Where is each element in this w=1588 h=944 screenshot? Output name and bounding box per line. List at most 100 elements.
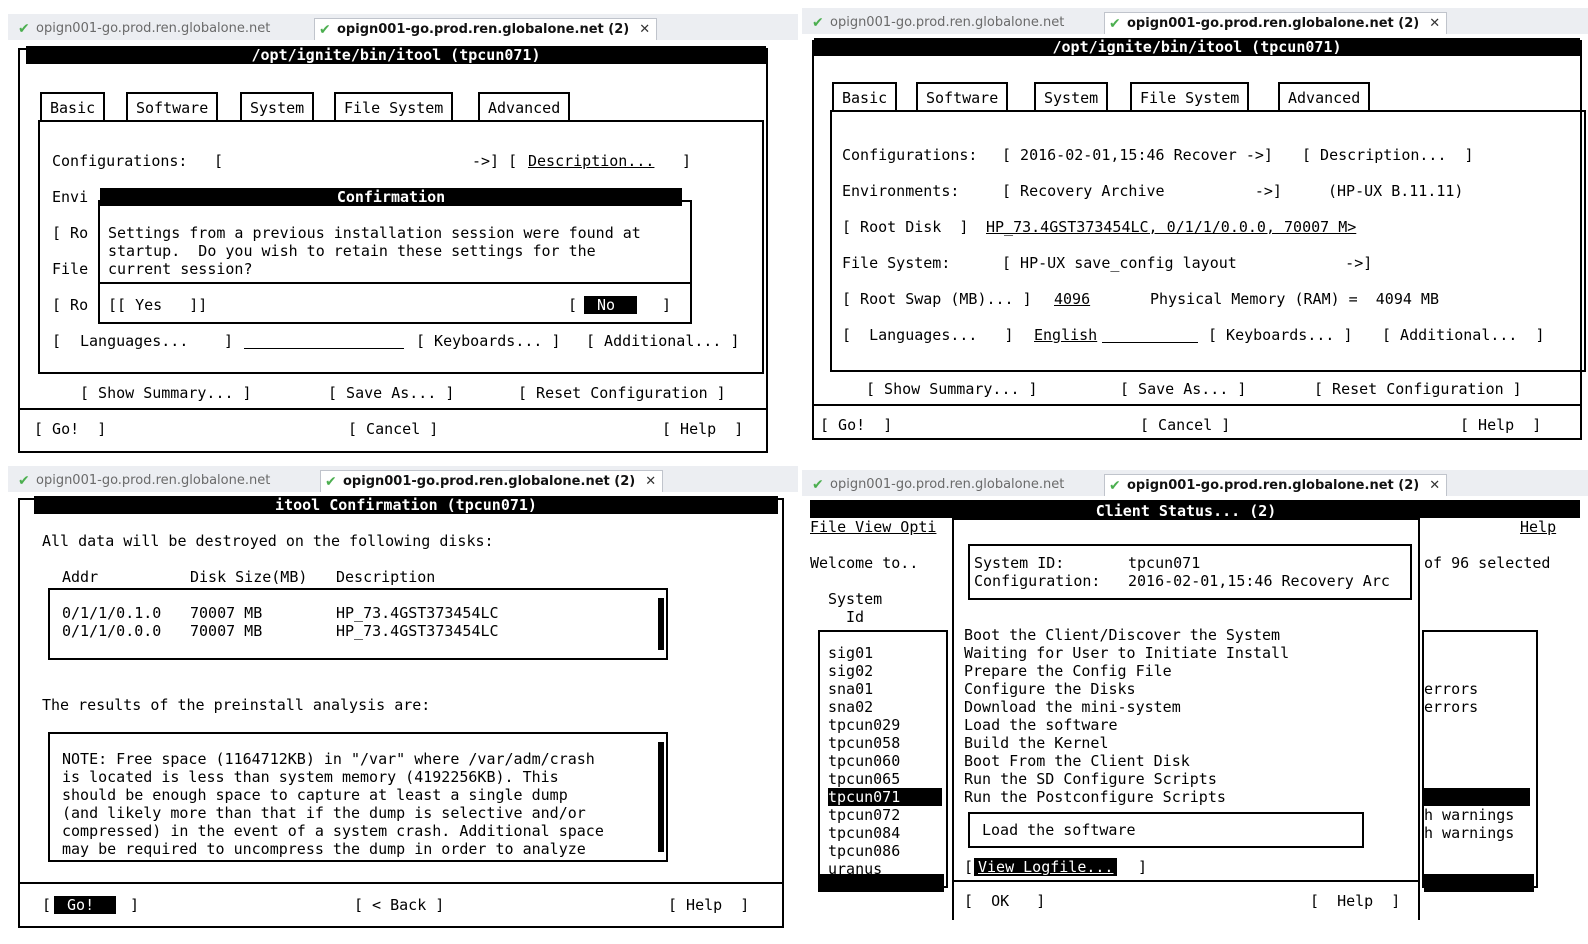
additional-button[interactable]: [ Additional... ] [586,332,740,350]
cancel-button[interactable]: [ Cancel ] [1140,416,1230,434]
config-label: Configurations: [52,152,188,170]
tab-label: opign001-go.prod.ren.globalone.net (2) [337,22,630,37]
tab-system[interactable]: System [1034,82,1109,110]
hscroll-left[interactable] [818,874,944,892]
config-open[interactable]: [ [214,152,223,170]
tab-advanced[interactable]: Advanced [478,92,571,120]
ok-button[interactable]: [ OK ] [964,892,1045,910]
dialog-line-2: startup. Do you wish to retain these set… [108,242,596,260]
browser-tab[interactable]: ✔ opign001-go.prod.ren.globalone.net [14,18,276,40]
tab-file-system[interactable]: File System [334,92,454,120]
system-item[interactable]: tpcun065 [828,770,900,788]
tab-software[interactable]: Software [916,82,1009,110]
disk-list-scrollbar[interactable] [658,598,664,650]
config-value[interactable]: [ 2016-02-01,15:46 Recover ->] [1002,146,1273,164]
browser-tab-active[interactable]: ✔ opign001-go.prod.ren.globalone.net (2) ✕ [1104,474,1448,496]
disk-size: 70007 MB [190,622,263,640]
keyboards-button[interactable]: [ Keyboards... ] [1208,326,1353,344]
tab-basic[interactable]: Basic [832,82,898,110]
go-button[interactable]: [ Go! ] [820,416,892,434]
env-label-partial: Envi [52,188,89,206]
cancel-button[interactable]: [ Cancel ] [348,420,438,438]
system-item[interactable]: tpcun084 [828,824,900,842]
tab-basic[interactable]: Basic [40,92,106,120]
hscroll-right[interactable] [1424,874,1534,892]
system-item[interactable]: sna02 [828,698,873,716]
dialog-line-1: Settings from a previous installation se… [108,224,641,242]
tab-advanced[interactable]: Advanced [1278,82,1371,110]
root-swap-partial[interactable]: [ Ro [52,296,88,314]
window-title: /opt/ignite/bin/itool (tpcun071) [814,38,1580,56]
tab-label: opign001-go.prod.ren.globalone.net (2) [1127,16,1420,31]
menu-help[interactable]: Help [1520,518,1556,536]
close-icon[interactable]: ✕ [645,474,656,489]
root-swap-button[interactable]: [ Root Swap (MB)... ] [842,290,1032,308]
browser-tab[interactable]: ✔ opign001-go.prod.ren.globalone.net [808,12,1070,34]
help-button[interactable]: [ Help ] [1310,892,1400,910]
show-summary-button[interactable]: [ Show Summary... ] [866,380,1038,398]
welcome-text: Welcome to.. [810,554,919,572]
physical-memory: Physical Memory (RAM) = 4094 MB [1150,290,1439,308]
help-button[interactable]: [ Help ] [668,896,749,914]
browser-tab[interactable]: ✔ opign001-go.prod.ren.globalone.net [14,470,276,492]
disk-desc: HP_73.4GST373454LC [336,604,499,622]
system-item[interactable]: tpcun058 [828,734,900,752]
reset-config-button[interactable]: [ Reset Configuration ] [1314,380,1522,398]
tab-file-system[interactable]: File System [1130,82,1250,110]
save-as-button[interactable]: [ Save As... ] [1120,380,1246,398]
back-button[interactable]: [ < Back ] [354,896,444,914]
panel-bottom-left: ✔ opign001-go.prod.ren.globalone.net ✔ opi… [8,466,798,936]
close-icon[interactable]: ✕ [639,22,650,37]
system-item[interactable]: sig01 [828,644,873,662]
env-value[interactable]: [ Recovery Archive ->] [1002,182,1282,200]
root-disk-partial[interactable]: [ Ro [52,224,88,242]
step-item: Load the software [964,716,1118,734]
system-item-selected[interactable]: tpcun071 [828,788,942,806]
system-item[interactable]: tpcun029 [828,716,900,734]
config-arrow[interactable]: ->] [ [472,152,517,170]
show-summary-button[interactable]: [ Show Summary... ] [80,384,252,402]
description-button[interactable]: Description... [528,152,654,170]
tab-software[interactable]: Software [126,92,219,120]
tab-system[interactable]: System [240,92,315,120]
system-item[interactable]: tpcun060 [828,752,900,770]
description-button[interactable]: [ Description... ] [1302,146,1474,164]
system-item[interactable]: sna01 [828,680,873,698]
browser-tab-active[interactable]: ✔ opign001-go.prod.ren.globalone.net (2) ✕ [314,18,658,40]
help-button[interactable]: [ Help ] [1460,416,1541,434]
status-note: errors [1424,698,1479,716]
view-logfile-button[interactable]: View Logfile... [974,858,1118,876]
languages-button[interactable]: [ Languages... ] [842,326,1014,344]
save-as-button[interactable]: [ Save As... ] [328,384,454,402]
close-icon[interactable]: ✕ [1429,16,1440,31]
root-disk-button[interactable]: [ Root Disk ] [842,218,968,236]
root-disk-value: HP_73.4GST373454LC, 0/1/1/0.0.0, 70007 M… [986,218,1357,236]
yes-button[interactable]: [[ Yes ]] [108,296,207,314]
browser-tab[interactable]: ✔ opign001-go.prod.ren.globalone.net [808,474,1070,496]
keyboards-button[interactable]: [ Keyboards... ] [416,332,561,350]
system-item[interactable]: tpcun072 [828,806,900,824]
reset-config-button[interactable]: [ Reset Configuration ] [518,384,726,402]
browser-tab-active[interactable]: ✔ opign001-go.prod.ren.globalone.net (2) ✕ [1104,12,1448,34]
additional-button[interactable]: [ Additional... ] [1382,326,1545,344]
bottom-divider [814,404,1580,406]
system-item[interactable]: sig02 [828,662,873,680]
check-icon: ✔ [18,21,30,37]
fs-value[interactable]: [ HP-UX save_config layout ->] [1002,254,1372,272]
note-line: is located is less than system memory (4… [62,768,559,786]
languages-button[interactable]: Languages... [80,332,188,350]
no-button[interactable]: No [584,296,638,314]
close-icon[interactable]: ✕ [1429,478,1440,493]
analysis-scrollbar[interactable] [658,742,664,852]
menu-bar[interactable]: File View Opti [810,518,936,536]
go-button[interactable]: [ Go! ] [34,420,106,438]
browser-tab-active[interactable]: ✔ opign001-go.prod.ren.globalone.net (2) ✕ [320,470,664,492]
sysid-label: System ID: [974,554,1065,572]
language-field [1102,342,1198,343]
system-item[interactable]: tpcun086 [828,842,900,860]
language-field[interactable] [244,348,404,349]
swap-value[interactable]: 4096 [1054,290,1090,308]
help-button[interactable]: [ Help ] [662,420,743,438]
go-button[interactable]: Go! [54,896,117,914]
language-value[interactable]: English [1034,326,1097,344]
